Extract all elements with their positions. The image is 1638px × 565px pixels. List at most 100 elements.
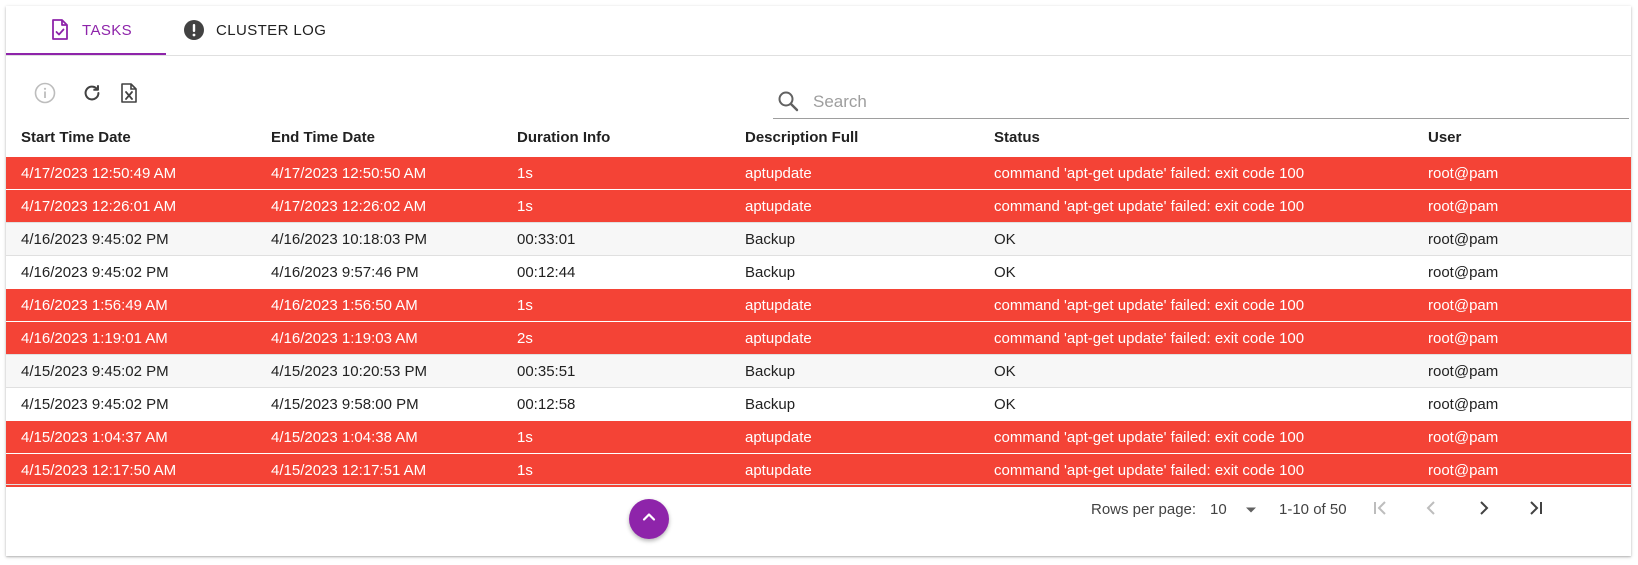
column-header-status[interactable]: Status: [979, 118, 1413, 157]
table-row[interactable]: 4/16/2023 9:45:02 PM 4/16/2023 10:18:03 P…: [6, 222, 1631, 256]
page-range: 1-10 of 50: [1279, 501, 1347, 518]
rows-per-page-label: Rows per page:: [1091, 501, 1197, 518]
table-cell: OK: [979, 255, 1413, 289]
table-cell: 1s: [502, 288, 730, 322]
table-cell: 4/16/2023 1:56:49 AM: [6, 288, 256, 322]
table-cell: command 'apt-get update' failed: exit co…: [979, 288, 1413, 322]
table-row[interactable]: 4/16/2023 9:45:02 PM 4/16/2023 9:57:46 PM…: [6, 255, 1631, 289]
table-cell: 4/15/2023 1:04:37 AM: [6, 420, 256, 454]
chevron-up-icon: [640, 508, 658, 531]
table-cell: aptupdate: [730, 453, 979, 487]
table-cell: command 'apt-get update' failed: exit co…: [979, 453, 1413, 487]
column-header-user[interactable]: User: [1413, 118, 1631, 157]
first-page-button[interactable]: [1368, 497, 1394, 523]
search-input[interactable]: [811, 88, 1595, 116]
table-cell: root@pam: [1413, 321, 1631, 355]
table-cell: 4/15/2023 12:17:50 AM: [6, 453, 256, 487]
table-cell: command 'apt-get update' failed: exit co…: [979, 321, 1413, 355]
table-cell: aptupdate: [730, 288, 979, 322]
table-row[interactable]: 4/15/2023 1:04:37 AM 4/15/2023 1:04:38 AM…: [6, 420, 1631, 454]
column-header-start-time[interactable]: Start Time Date: [6, 118, 256, 157]
pagination-bar: Rows per page: 10 1-10 of 50: [6, 484, 1631, 533]
alert-circle-icon: [182, 18, 206, 42]
table-cell: aptupdate: [730, 321, 979, 355]
table-cell: 4/16/2023 9:45:02 PM: [6, 222, 256, 256]
table-cell: aptupdate: [730, 189, 979, 223]
table-cell: command 'apt-get update' failed: exit co…: [979, 420, 1413, 454]
scroll-to-top-button[interactable]: [629, 499, 669, 539]
table-cell: command 'apt-get update' failed: exit co…: [979, 156, 1413, 190]
table-cell: aptupdate: [730, 156, 979, 190]
table-cell: 1s: [502, 189, 730, 223]
active-tab-indicator: [6, 53, 166, 55]
table-cell: Backup: [730, 222, 979, 256]
table-cell: root@pam: [1413, 387, 1631, 421]
table-cell: 00:33:01: [502, 222, 730, 256]
refresh-button[interactable]: [79, 82, 105, 108]
table-cell: root@pam: [1413, 453, 1631, 487]
column-header-duration[interactable]: Duration Info: [502, 118, 730, 157]
table-cell: root@pam: [1413, 354, 1631, 388]
document-check-icon: [48, 18, 72, 42]
table-cell: 00:12:44: [502, 255, 730, 289]
table-cell: 4/15/2023 1:04:38 AM: [256, 420, 502, 454]
table-row[interactable]: 4/15/2023 9:45:02 PM 4/15/2023 9:58:00 PM…: [6, 387, 1631, 421]
rows-per-page-select[interactable]: 10: [1210, 501, 1256, 518]
last-page-icon: [1526, 499, 1544, 521]
export-button[interactable]: [116, 82, 142, 108]
search-box: [773, 86, 1629, 119]
tab-cluster-log-label: CLUSTER LOG: [216, 21, 327, 39]
table-cell: 4/15/2023 12:17:51 AM: [256, 453, 502, 487]
next-page-button[interactable]: [1471, 497, 1497, 523]
table-cell: 4/17/2023 12:50:49 AM: [6, 156, 256, 190]
table-cell: 4/16/2023 9:57:46 PM: [256, 255, 502, 289]
table-row[interactable]: 4/16/2023 1:56:49 AM 4/16/2023 1:56:50 AM…: [6, 288, 1631, 322]
table-cell: OK: [979, 222, 1413, 256]
chevron-right-icon: [1475, 499, 1493, 521]
table-cell: 4/16/2023 1:19:03 AM: [256, 321, 502, 355]
table-cell: 4/15/2023 9:45:02 PM: [6, 387, 256, 421]
table-cell: root@pam: [1413, 222, 1631, 256]
table-cell: 4/15/2023 9:58:00 PM: [256, 387, 502, 421]
caret-down-icon: [1245, 501, 1257, 518]
table-cell: 4/16/2023 10:18:03 PM: [256, 222, 502, 256]
table-row[interactable]: 4/17/2023 12:26:01 AM 4/17/2023 12:26:02 …: [6, 189, 1631, 223]
rows-per-page-value: 10: [1210, 501, 1227, 518]
info-button[interactable]: [32, 82, 58, 108]
column-header-description[interactable]: Description Full: [730, 118, 979, 157]
tab-bar: TASKS CLUSTER LOG: [6, 6, 1631, 56]
table-cell: root@pam: [1413, 255, 1631, 289]
table-row[interactable]: 4/17/2023 12:50:49 AM 4/17/2023 12:50:50 …: [6, 156, 1631, 190]
last-page-button[interactable]: [1522, 497, 1548, 523]
table-cell: Backup: [730, 354, 979, 388]
table-cell: 4/15/2023 9:45:02 PM: [6, 354, 256, 388]
table-cell: Backup: [730, 387, 979, 421]
tab-tasks[interactable]: TASKS: [48, 6, 132, 54]
table-cell: 4/16/2023 1:56:50 AM: [256, 288, 502, 322]
column-header-end-time[interactable]: End Time Date: [256, 118, 502, 157]
table-header-row: Start Time Date End Time Date Duration I…: [6, 118, 1631, 157]
table-cell: aptupdate: [730, 420, 979, 454]
table-body: 4/17/2023 12:50:49 AM 4/17/2023 12:50:50 …: [6, 156, 1631, 487]
table-cell: 1s: [502, 156, 730, 190]
table-cell: Backup: [730, 255, 979, 289]
table-row[interactable]: 4/16/2023 1:19:01 AM 4/16/2023 1:19:03 AM…: [6, 321, 1631, 355]
table-cell: 00:35:51: [502, 354, 730, 388]
previous-page-button[interactable]: [1419, 497, 1445, 523]
first-page-icon: [1372, 499, 1390, 521]
table-cell: 00:12:58: [502, 387, 730, 421]
chevron-left-icon: [1423, 499, 1441, 521]
tab-tasks-label: TASKS: [82, 21, 133, 39]
table-row[interactable]: 4/15/2023 12:17:50 AM 4/15/2023 12:17:51 …: [6, 453, 1631, 487]
table-row[interactable]: 4/15/2023 9:45:02 PM 4/15/2023 10:20:53 P…: [6, 354, 1631, 388]
table-cell: 4/17/2023 12:26:01 AM: [6, 189, 256, 223]
table-cell: root@pam: [1413, 156, 1631, 190]
table-cell: OK: [979, 387, 1413, 421]
tab-cluster-log[interactable]: CLUSTER LOG: [182, 6, 326, 54]
table-cell: root@pam: [1413, 420, 1631, 454]
table-cell: 4/17/2023 12:26:02 AM: [256, 189, 502, 223]
table-cell: 1s: [502, 453, 730, 487]
excel-export-icon: [120, 82, 138, 108]
table-cell: 1s: [502, 420, 730, 454]
table-cell: root@pam: [1413, 288, 1631, 322]
